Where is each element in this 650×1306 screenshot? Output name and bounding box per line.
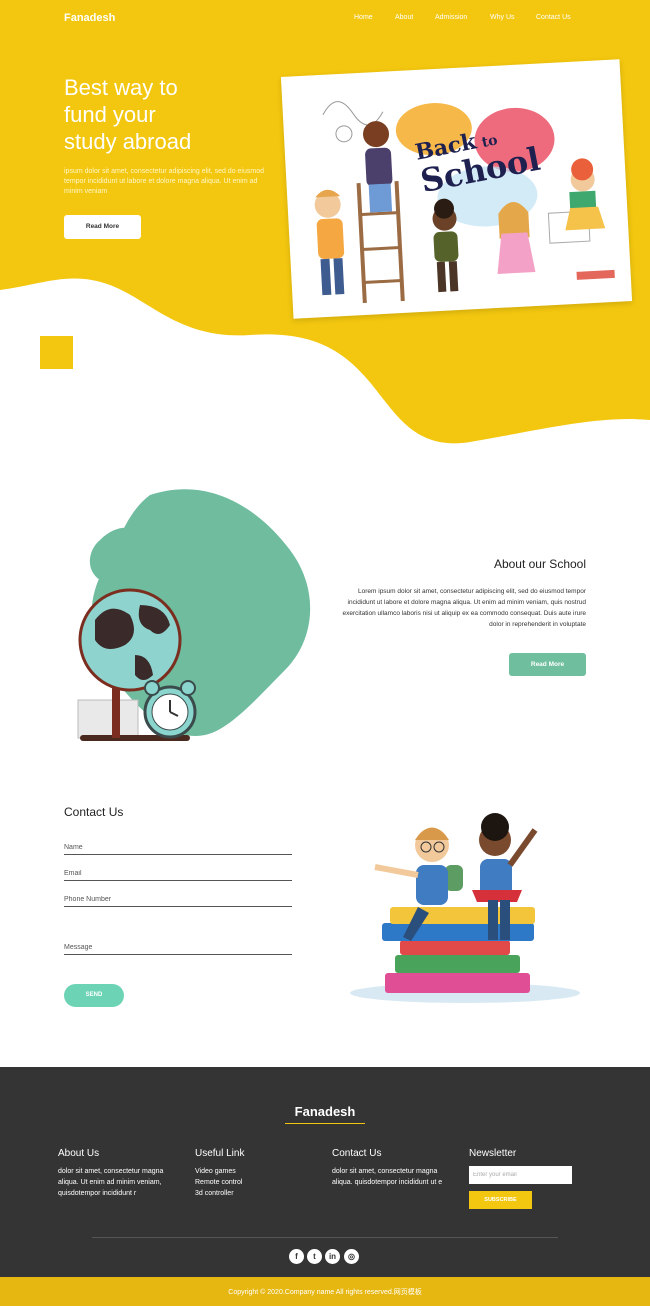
linkedin-icon[interactable]: in: [325, 1249, 340, 1264]
footer-about-text: dolor sit amet, consectetur magna aliqua…: [58, 1168, 164, 1197]
footer-link-3d-controller[interactable]: 3d controller: [195, 1188, 305, 1199]
email-field[interactable]: [64, 867, 292, 881]
about-title: About our School: [493, 557, 586, 571]
name-field[interactable]: [64, 841, 292, 855]
kids-reading-illustration: [350, 813, 580, 1003]
instagram-icon[interactable]: ◎: [344, 1249, 359, 1264]
send-button[interactable]: SEND: [64, 984, 124, 1007]
about-text: Lorem ipsum dolor sit amet, consectetur …: [342, 588, 586, 628]
nav-admission[interactable]: Admission: [435, 14, 467, 21]
hero-title: Best way to fund your study abroad: [64, 74, 264, 155]
footer-brand[interactable]: Fanadesh: [0, 1104, 650, 1119]
newsletter-email-input[interactable]: [469, 1166, 572, 1184]
hero-title-line: fund your: [64, 102, 156, 127]
globe-clock-illustration: [77, 489, 311, 741]
footer-link-video-games[interactable]: Video games: [195, 1166, 305, 1177]
message-field[interactable]: [64, 941, 292, 955]
brand-logo[interactable]: Fanadesh: [64, 12, 115, 24]
decorative-square: [40, 336, 73, 369]
footer-brand-underline: [285, 1123, 365, 1124]
copyright-text: Copyright © 2020.Company name All rights…: [228, 1289, 422, 1296]
footer-divider: [92, 1237, 558, 1238]
footer-newsletter-title: Newsletter: [469, 1148, 517, 1159]
footer-about-title: About Us: [58, 1148, 100, 1159]
footer-link-remote-control[interactable]: Remote control: [195, 1177, 305, 1188]
nav-home[interactable]: Home: [354, 14, 373, 21]
footer-useful-title: Useful Link: [195, 1148, 245, 1159]
nav-contact-us[interactable]: Contact Us: [536, 14, 571, 21]
nav-about[interactable]: About: [395, 14, 413, 21]
facebook-icon[interactable]: f: [289, 1249, 304, 1264]
footer-contact-title: Contact Us: [332, 1148, 382, 1159]
hero-title-line: study abroad: [64, 129, 192, 154]
hero-text: ipsum dolor sit amet, consectetur adipis…: [64, 168, 264, 195]
subscribe-button[interactable]: SUBSCRIBE: [469, 1191, 532, 1209]
about-read-more-button[interactable]: Read More: [509, 653, 586, 676]
hero-read-more-button[interactable]: Read More: [64, 215, 141, 239]
contact-title: Contact Us: [64, 805, 124, 819]
phone-field[interactable]: [64, 893, 292, 907]
hero-title-line: Best way to: [64, 75, 178, 100]
nav-why-us[interactable]: Why Us: [490, 14, 515, 21]
footer-useful-links: Video games Remote control 3d controller: [195, 1166, 305, 1199]
back-to-school-illustration: Back to School: [280, 59, 633, 319]
footer-contact-text: dolor sit amet, consectetur magna aliqua…: [332, 1168, 443, 1186]
twitter-icon[interactable]: t: [307, 1249, 322, 1264]
